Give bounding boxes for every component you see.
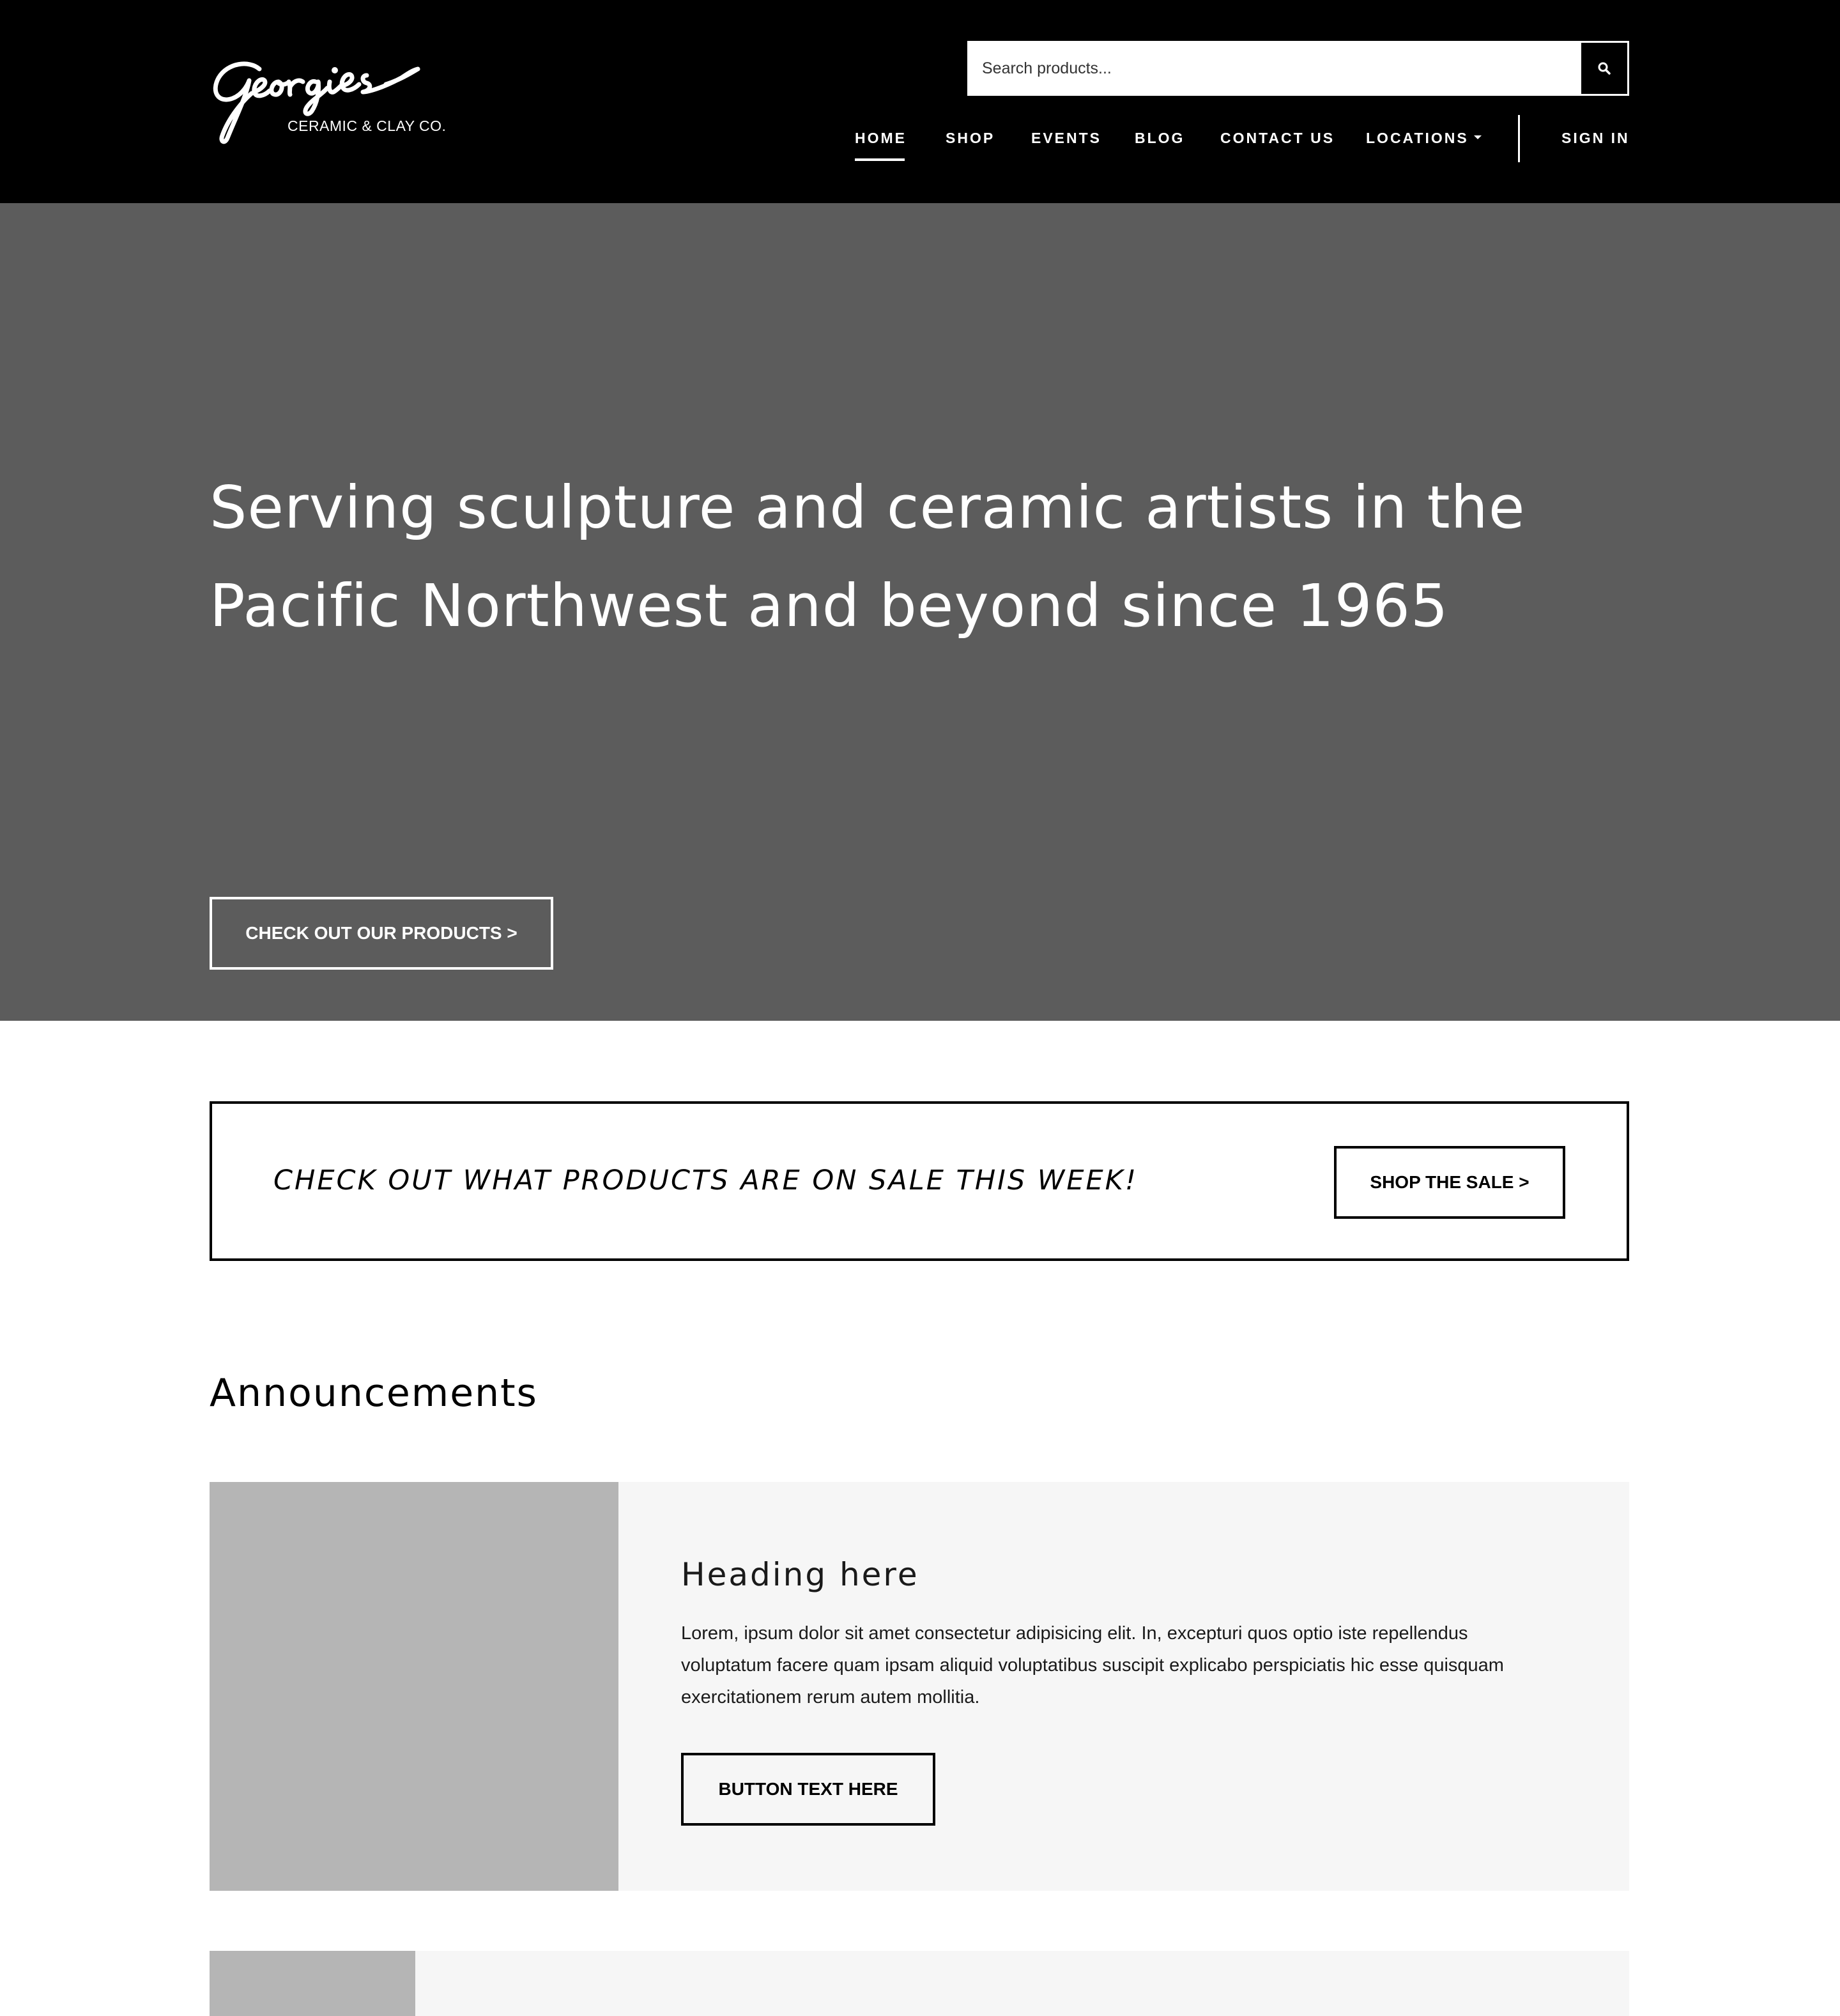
hero-title: Serving sculpture and ceramic artists in… — [210, 473, 1526, 640]
sale-banner: CHECK OUT WHAT PRODUCTS ARE ON SALE THIS… — [210, 1101, 1629, 1261]
nav-item-label: BLOG — [1135, 130, 1185, 146]
announcement-card — [210, 1951, 1629, 2016]
card-body-text: Lorem, ipsum dolor sit amet consectetur … — [681, 1623, 1504, 1707]
caret-down-icon — [1473, 135, 1482, 139]
nav-divider — [1518, 115, 1520, 162]
nav-item-blog[interactable]: BLOG — [1135, 125, 1184, 151]
nav-item-events[interactable]: EVENTS — [1031, 125, 1101, 151]
site-header: CERAMIC & CLAY CO. HOME SHOP EVENTS BLOG… — [0, 0, 1840, 203]
nav-item-shop[interactable]: SHOP — [946, 125, 995, 151]
nav-item-locations[interactable]: LOCATIONS — [1366, 125, 1482, 151]
logo[interactable]: CERAMIC & CLAY CO. — [210, 56, 452, 146]
card-action-button[interactable]: BUTTON TEXT HERE — [681, 1753, 935, 1826]
hero-section: Serving sculpture and ceramic artists in… — [0, 203, 1840, 1021]
nav-item-label: LOCATIONS — [1366, 130, 1469, 146]
card-image-placeholder — [210, 1482, 618, 1891]
nav-item-label: EVENTS — [1031, 130, 1102, 146]
nav-item-label: CONTACT US — [1220, 130, 1335, 146]
nav-item-contact-us[interactable]: CONTACT US — [1220, 125, 1335, 151]
sign-in-link[interactable]: SIGN IN — [1561, 125, 1630, 151]
card-heading: Heading here — [681, 1556, 919, 1593]
nav-item-home[interactable]: HOME — [855, 125, 907, 161]
check-out-products-button[interactable]: CHECK OUT OUR PRODUCTS > — [210, 897, 553, 970]
sale-banner-text: CHECK OUT WHAT PRODUCTS ARE ON SALE THIS… — [273, 1165, 1138, 1196]
nav-item-label: SHOP — [946, 130, 995, 146]
nav-item-label: HOME — [855, 130, 907, 146]
announcements-title: Announcements — [210, 1371, 538, 1416]
card-image-placeholder — [210, 1951, 415, 2016]
search-bar — [967, 41, 1629, 96]
search-icon — [1598, 62, 1611, 75]
logo-tagline: CERAMIC & CLAY CO. — [288, 118, 447, 134]
search-button[interactable] — [1581, 43, 1627, 94]
shop-the-sale-button[interactable]: SHOP THE SALE > — [1334, 1146, 1565, 1219]
search-input[interactable] — [969, 43, 1583, 94]
announcement-card: Heading here Lorem, ipsum dolor sit amet… — [210, 1482, 1629, 1891]
